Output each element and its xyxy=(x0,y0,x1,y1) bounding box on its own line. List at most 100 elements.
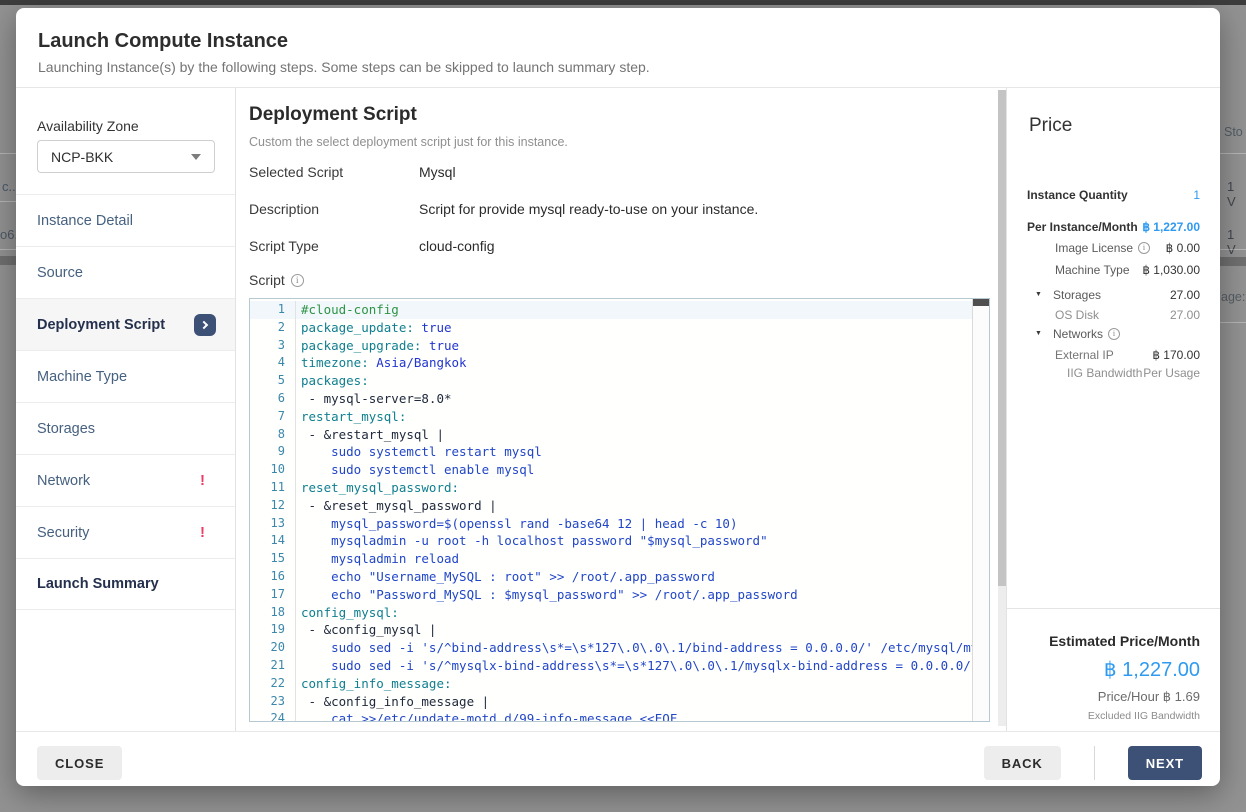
code-line-13[interactable]: 13 mysql_password=$(openssl rand -base64… xyxy=(250,515,972,533)
code-text: packages: xyxy=(296,372,369,390)
code-line-17[interactable]: 17 echo "Password_MySQL : $mysql_passwor… xyxy=(250,586,972,604)
code-text: - &restart_mysql | xyxy=(296,426,444,444)
price-heading: Price xyxy=(1029,115,1072,137)
code-line-23[interactable]: 23 - &config_info_message | xyxy=(250,693,972,711)
background-table-line xyxy=(1220,322,1246,323)
script-label: Script xyxy=(249,272,285,288)
collapse-caret-icon[interactable]: ▼ xyxy=(1035,327,1048,341)
code-text: - &reset_mysql_password | xyxy=(296,497,497,515)
line-number: 7 xyxy=(250,408,296,426)
line-number: 16 xyxy=(250,568,296,586)
code-line-3[interactable]: 3package_upgrade: true xyxy=(250,337,972,355)
code-text: package_update: true xyxy=(296,319,452,337)
page-description: Custom the select deployment script just… xyxy=(249,135,568,149)
code-text: sudo sed -i 's/^mysqlx-bind-address\s*=\… xyxy=(296,657,972,675)
line-number: 2 xyxy=(250,319,296,337)
code-line-22[interactable]: 22config_info_message: xyxy=(250,675,972,693)
code-line-24[interactable]: 24 cat >>/etc/update-motd.d/99-info-mess… xyxy=(250,710,972,721)
sidebar-item-launch-summary[interactable]: Launch Summary xyxy=(16,558,235,610)
modal-title: Launch Compute Instance xyxy=(38,30,288,53)
code-line-18[interactable]: 18config_mysql: xyxy=(250,604,972,622)
content-scrollbar-thumb[interactable] xyxy=(998,90,1006,586)
code-line-16[interactable]: 16 echo "Username_MySQL : root" >> /root… xyxy=(250,568,972,586)
code-line-14[interactable]: 14 mysqladmin -u root -h localhost passw… xyxy=(250,532,972,550)
price-row-per-instance-month: Per Instance/Month ฿ 1,227.00 xyxy=(1027,220,1200,234)
code-lines: 1#cloud-config2package_update: true3pack… xyxy=(250,299,972,721)
sidebar-item-instance-detail[interactable]: Instance Detail xyxy=(16,194,235,246)
content-scrollbar[interactable] xyxy=(998,90,1006,726)
back-button[interactable]: BACK xyxy=(984,746,1061,780)
code-line-4[interactable]: 4timezone: Asia/Bangkok xyxy=(250,354,972,372)
sidebar-item-source[interactable]: Source xyxy=(16,246,235,298)
code-line-10[interactable]: 10 sudo systemctl enable mysql xyxy=(250,461,972,479)
code-line-1[interactable]: 1#cloud-config xyxy=(250,301,972,319)
code-line-21[interactable]: 21 sudo sed -i 's/^mysqlx-bind-address\s… xyxy=(250,657,972,675)
background-navbar xyxy=(0,0,1246,5)
code-text: config_info_message: xyxy=(296,675,452,693)
next-button[interactable]: NEXT xyxy=(1128,746,1202,780)
code-text: #cloud-config xyxy=(296,301,399,319)
footer-divider xyxy=(1094,746,1095,780)
modal-header: Launch Compute Instance Launching Instan… xyxy=(16,8,1220,88)
code-line-20[interactable]: 20 sudo sed -i 's/^bind-address\s*=\s*12… xyxy=(250,639,972,657)
code-line-8[interactable]: 8 - &restart_mysql | xyxy=(250,426,972,444)
screen: c... o6... Sto 1 V 1 V age: Launch Compu… xyxy=(0,0,1246,812)
line-number: 10 xyxy=(250,461,296,479)
code-line-7[interactable]: 7restart_mysql: xyxy=(250,408,972,426)
info-icon[interactable]: i xyxy=(1108,328,1120,340)
background-cell-fragment: 1 V xyxy=(1227,227,1246,257)
editor-scrollbar-thumb[interactable] xyxy=(973,299,989,306)
line-number: 4 xyxy=(250,354,296,372)
price-panel: Price Instance Quantity 1 Per Instance/M… xyxy=(1006,88,1220,731)
code-text: sudo sed -i 's/^bind-address\s*=\s*127\.… xyxy=(296,639,972,657)
warning-icon: ! xyxy=(200,472,205,489)
price-row-external-ip: External IP ฿ 170.00 xyxy=(1027,348,1200,362)
estimated-price-label: Estimated Price/Month xyxy=(1027,633,1200,649)
code-line-11[interactable]: 11reset_mysql_password: xyxy=(250,479,972,497)
sidebar-item-deployment-script[interactable]: Deployment Script xyxy=(16,298,235,350)
line-number: 24 xyxy=(250,710,296,721)
code-line-12[interactable]: 12 - &reset_mysql_password | xyxy=(250,497,972,515)
chevron-down-icon xyxy=(191,154,201,160)
code-line-19[interactable]: 19 - &config_mysql | xyxy=(250,621,972,639)
close-button[interactable]: CLOSE xyxy=(37,746,122,780)
estimated-price-value: ฿ 1,227.00 xyxy=(1027,657,1200,682)
line-number: 22 xyxy=(250,675,296,693)
script-code-editor[interactable]: 1#cloud-config2package_update: true3pack… xyxy=(249,298,990,722)
collapse-caret-icon[interactable]: ▼ xyxy=(1035,288,1048,302)
sidebar-item-security[interactable]: Security ! xyxy=(16,506,235,558)
info-icon[interactable]: i xyxy=(1138,242,1150,254)
sidebar-step-list: Instance Detail Source Deployment Script… xyxy=(16,194,235,610)
code-text: echo "Username_MySQL : root" >> /root/.a… xyxy=(296,568,715,586)
sidebar-item-network[interactable]: Network ! xyxy=(16,454,235,506)
code-line-5[interactable]: 5packages: xyxy=(250,372,972,390)
line-number: 20 xyxy=(250,639,296,657)
sidebar-item-storages[interactable]: Storages xyxy=(16,402,235,454)
code-text: - &config_info_message | xyxy=(296,693,489,711)
code-text: mysqladmin -u root -h localhost password… xyxy=(296,532,768,550)
availability-zone-value: NCP-BKK xyxy=(51,149,113,165)
sidebar-item-machine-type[interactable]: Machine Type xyxy=(16,350,235,402)
active-step-arrow-icon xyxy=(194,314,216,336)
code-text: timezone: Asia/Bangkok xyxy=(296,354,467,372)
line-number: 18 xyxy=(250,604,296,622)
code-line-15[interactable]: 15 mysqladmin reload xyxy=(250,550,972,568)
background-table-line xyxy=(1220,153,1246,154)
script-label-row: Script i xyxy=(249,272,304,288)
field-script-type: Script Type cloud-config xyxy=(249,238,758,254)
editor-scrollbar[interactable] xyxy=(972,299,989,721)
code-text: - &config_mysql | xyxy=(296,621,436,639)
code-line-2[interactable]: 2package_update: true xyxy=(250,319,972,337)
code-line-9[interactable]: 9 sudo systemctl restart mysql xyxy=(250,443,972,461)
line-number: 15 xyxy=(250,550,296,568)
code-text: reset_mysql_password: xyxy=(296,479,459,497)
line-number: 5 xyxy=(250,372,296,390)
line-number: 6 xyxy=(250,390,296,408)
price-row-iig-bandwidth: IIG Bandwidth Per Usage xyxy=(1027,366,1200,380)
code-line-6[interactable]: 6 - mysql-server=8.0* xyxy=(250,390,972,408)
availability-zone-select[interactable]: NCP-BKK xyxy=(37,140,215,173)
line-number: 9 xyxy=(250,443,296,461)
line-number: 13 xyxy=(250,515,296,533)
code-text: cat >>/etc/update-motd.d/99-info-message… xyxy=(296,710,677,721)
info-icon[interactable]: i xyxy=(291,274,304,287)
